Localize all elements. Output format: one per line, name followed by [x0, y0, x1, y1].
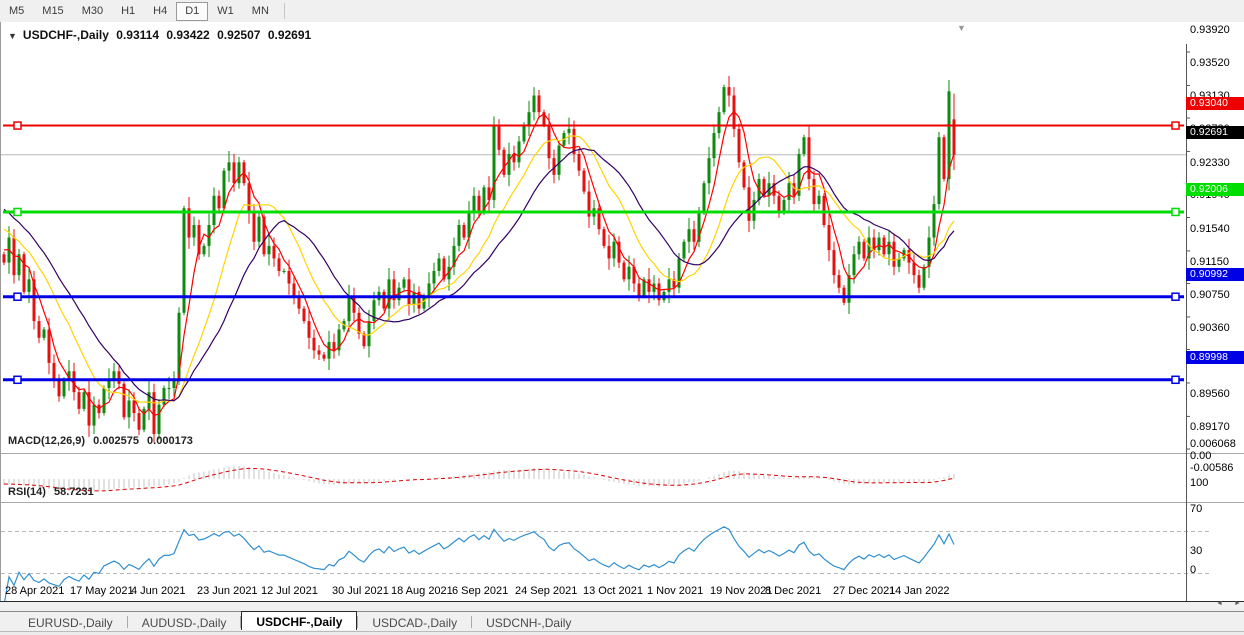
- macd-pane: [4, 466, 954, 492]
- tab-usdcad[interactable]: USDCAD-,Daily: [358, 612, 471, 631]
- timeframe-toolbar: M5M15M30H1H4D1W1MN: [0, 0, 1244, 23]
- rsi-line: [4, 527, 954, 605]
- level-handle[interactable]: [1172, 208, 1179, 215]
- candlestick-chart[interactable]: [1, 44, 1244, 624]
- macd-signal-line: [4, 468, 954, 491]
- symbol-tabbar: EURUSD-,DailyAUDUSD-,DailyUSDCHF-,DailyU…: [0, 611, 1244, 631]
- timeframe-button-h1[interactable]: H1: [112, 2, 144, 21]
- timeframe-button-m15[interactable]: M15: [33, 2, 72, 21]
- level-handle[interactable]: [1172, 293, 1179, 300]
- ma-fast-line: [4, 111, 954, 415]
- price-pane: [1, 76, 1186, 442]
- level-handle[interactable]: [14, 293, 21, 300]
- level-handle[interactable]: [1172, 376, 1179, 383]
- timeframe-button-h4[interactable]: H4: [144, 2, 176, 21]
- timeframe-button-m5[interactable]: M5: [0, 2, 33, 21]
- rsi-pane: [4, 527, 954, 605]
- candles-group: [3, 76, 956, 442]
- timeframe-button-w1[interactable]: W1: [208, 2, 243, 21]
- ma-mid-line: [4, 136, 954, 403]
- chart-region[interactable]: [0, 22, 1244, 602]
- tab-usdcnh[interactable]: USDCNH-,Daily: [472, 612, 585, 631]
- level-handle[interactable]: [14, 208, 21, 215]
- tab-audusd[interactable]: AUDUSD-,Daily: [128, 612, 241, 631]
- horizontal-scrollbar[interactable]: ◄ ►: [0, 602, 1244, 611]
- timeframe-button-mn[interactable]: MN: [243, 2, 278, 21]
- level-handle[interactable]: [14, 122, 21, 129]
- level-handle[interactable]: [14, 376, 21, 383]
- tab-eurusd[interactable]: EURUSD-,Daily: [14, 612, 127, 631]
- scroll-right-icon[interactable]: ►: [1234, 600, 1241, 607]
- level-handle[interactable]: [1172, 122, 1179, 129]
- toolbar-separator: [284, 3, 285, 19]
- timeframe-button-d1[interactable]: D1: [176, 2, 208, 21]
- trading-terminal: M5M15M30H1H4D1W1MN ▼USDCHF-,Daily 0.9311…: [0, 0, 1244, 635]
- tab-usdchf[interactable]: USDCHF-,Daily: [241, 611, 357, 630]
- statusbar-filler: [0, 631, 1244, 635]
- scroll-left-icon[interactable]: ◄: [1216, 600, 1223, 607]
- timeframe-button-m30[interactable]: M30: [73, 2, 112, 21]
